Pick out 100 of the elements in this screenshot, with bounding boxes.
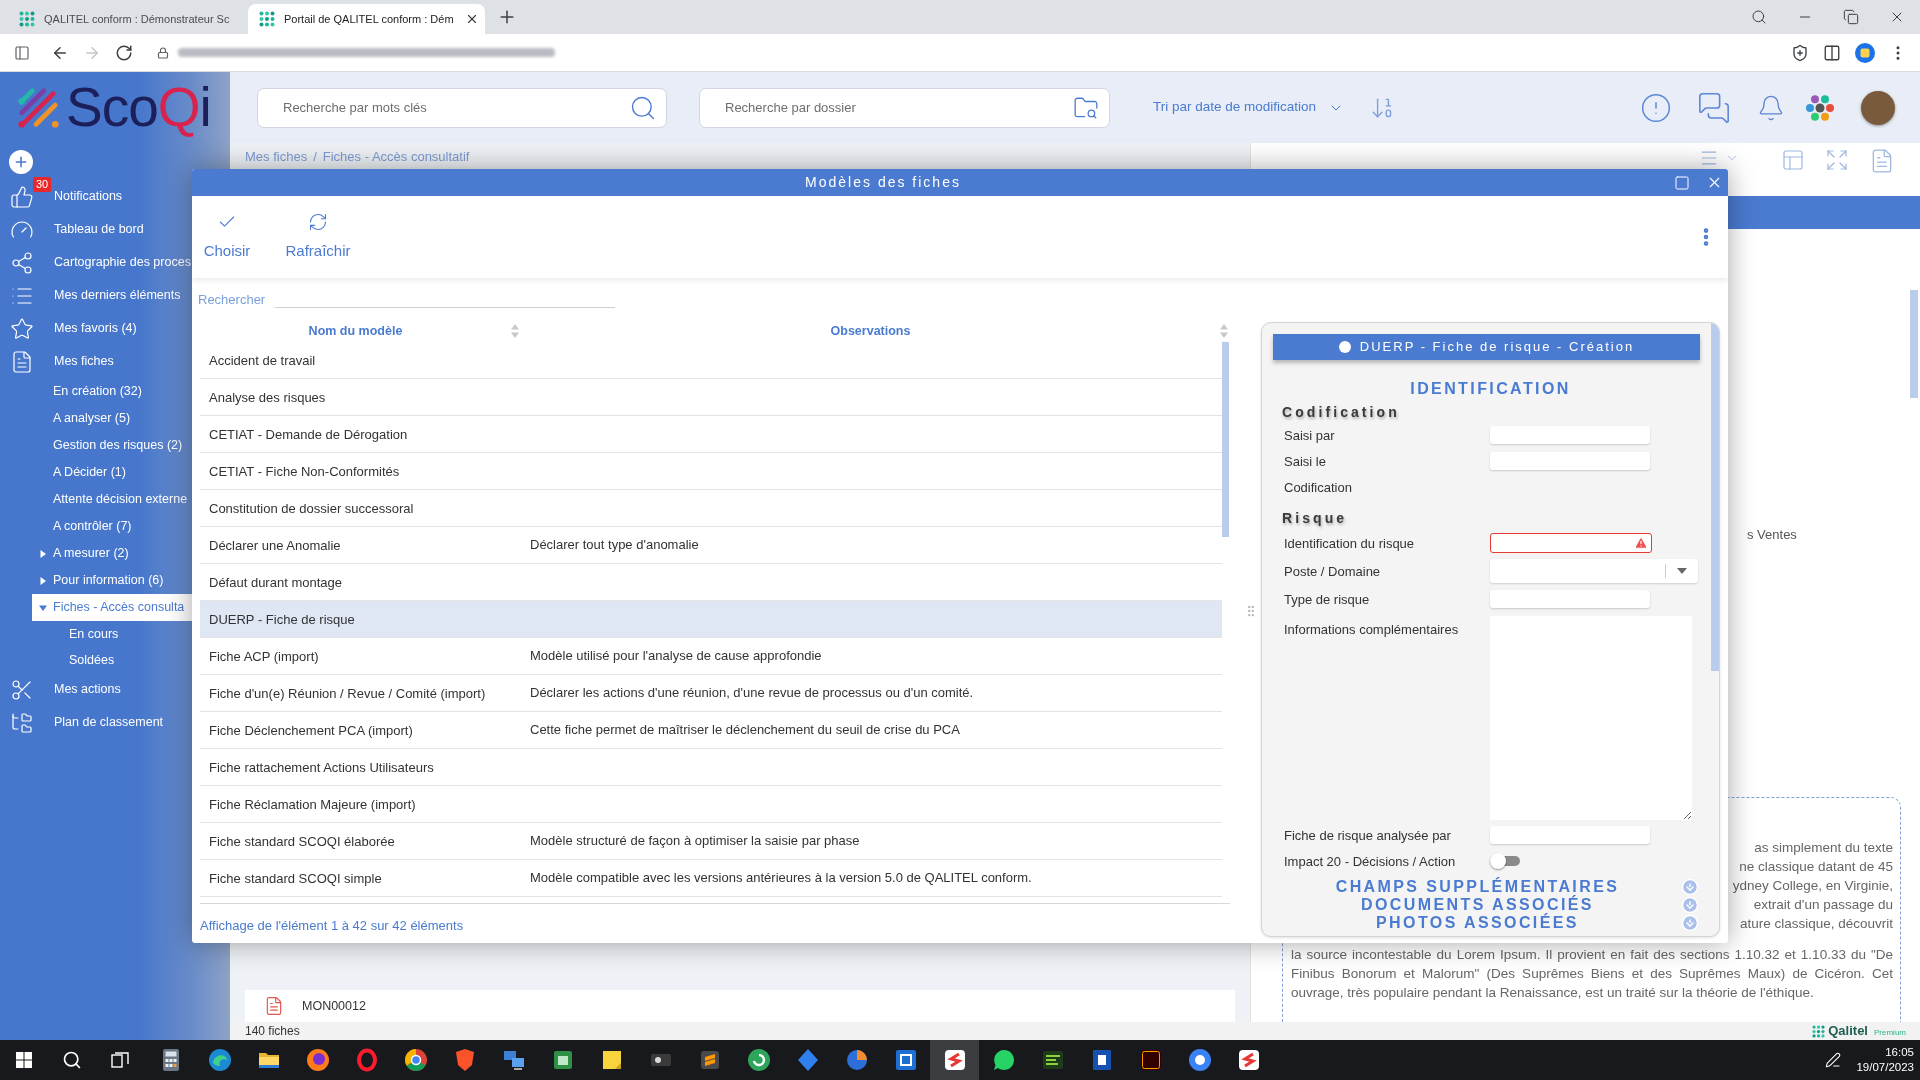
sidebar-item[interactable]: Soldées [69,647,118,673]
browser-tab[interactable]: QALITEL conform : Démonstrateur Sc [8,4,245,34]
sidebar-item[interactable]: Mes actions [0,673,124,706]
sidebar-item[interactable]: Mes derniers éléments [0,279,184,312]
sidebar-toggle-icon[interactable] [14,44,30,61]
sidebar-item[interactable]: A Décider (1) [53,459,129,486]
tile-app-icon [893,1048,918,1072]
scrollbar-thumb[interactable] [1711,323,1719,671]
pen-icon[interactable] [1825,1052,1842,1068]
table-row[interactable]: Déclarer une Anomalie Déclarer tout type d'anomalie [200,527,1222,564]
table-row[interactable]: Fiche rattachement Actions Utilisateurs [200,749,1222,786]
tile-app-icon [1236,1048,1261,1072]
maximize-icon[interactable] [1674,174,1690,191]
text-field[interactable] [1490,590,1650,608]
add-button[interactable] [9,150,33,174]
sidebar-item[interactable]: En cours [69,621,122,647]
sidebar-item[interactable]: Pour information (6) [32,567,167,594]
search-field[interactable]: Recherche par mots clés [257,87,667,128]
section-title: IDENTIFICATION [1410,380,1571,398]
search-icon[interactable] [62,1050,82,1070]
reload-icon[interactable] [115,43,133,62]
text-field[interactable] [1490,426,1650,444]
browser-tab[interactable]: Portail de QALITEL conform : Dém [248,4,485,34]
toolbar-button[interactable]: Rafraîchir [283,212,353,260]
text-fragment: as simplement du texte [1754,839,1893,857]
table-row[interactable]: Fiche standard SCOQI élaborée Modèle structuré de façon à optimiser la saisie par phase [200,823,1222,860]
table-cell: Constitution de dossier successoral [209,501,414,516]
sidebar-item[interactable]: Cartographie des proces [0,246,194,279]
alert-icon[interactable] [1640,91,1672,124]
table-row[interactable]: Accident de travail [200,342,1222,379]
document-icon [10,349,34,374]
sidebar-item[interactable]: Attente décision externe [53,486,191,513]
restore-icon[interactable] [1843,9,1859,25]
profile-icon[interactable] [1855,42,1875,63]
sidebar-item[interactable]: Mes fiches [0,345,117,378]
sidebar-item[interactable]: Plan de classement [0,706,167,739]
sort-dropdown[interactable]: Tri par date de modification [1153,97,1345,118]
dropdown-field[interactable] [1490,559,1698,583]
round-app-icon [207,1048,232,1072]
sidebar-item[interactable]: En création (32) [53,378,145,405]
pagination-info: Affichage de l'élément 1 à 42 sur 42 éléments [200,918,464,934]
section-link[interactable]: CHAMPS SUPPLÉMENTAIRES [1335,878,1620,896]
avatar-placeholder[interactable] [1861,90,1895,125]
table-row[interactable]: Constitution de dossier successoral [200,490,1222,527]
column-header[interactable]: Observations [521,320,1230,342]
caret-icon[interactable] [38,576,47,585]
column-header[interactable]: Nom du modèle [200,320,521,342]
table-row[interactable]: Fiche standard SCOQI simple Modèle compatible avec les versions antérieures à la version 5.0 de QALITEL conform. [200,860,1222,897]
thumbs-up-icon [10,184,34,209]
table-cell-text: Déclarer tout type d'anomalie [530,536,699,555]
sidebar-item[interactable]: A mesurer (2) [32,540,132,567]
clock-date: 19/07/2023 [1856,1060,1914,1075]
breadcrumb-link[interactable]: Fiches - Accès consultatif [322,147,470,167]
table-row[interactable]: DUERP - Fiche de risque [200,601,1222,638]
table-row[interactable]: CETIAT - Fiche Non-Conformités [200,453,1222,490]
sidebar-item[interactable]: Notifications 30 [0,180,126,213]
scrollbar-thumb[interactable] [1910,290,1918,398]
plan-label: Premium [1874,1028,1906,1038]
clock-time: 16:05 [1885,1045,1914,1060]
task-view-icon[interactable] [111,1052,129,1068]
close-icon[interactable] [465,12,479,26]
taskbar-app[interactable] [930,1040,979,1080]
text-field[interactable] [1490,533,1652,553]
sidebar-item[interactable]: Gestion des risques (2) [53,432,186,459]
sidebar-item[interactable]: A contrôler (7) [53,513,135,540]
tab-title: Portail de QALITEL conform : Dém [284,11,455,27]
breadcrumb-link[interactable]: Mes fiches [245,147,308,167]
record-code: MON00012 [302,997,366,1015]
sidebar-item[interactable]: Tableau de bord [0,213,147,246]
text-field[interactable] [1490,826,1650,844]
colored-ring-icon[interactable] [1805,92,1835,123]
dotted-logo-icon [1812,1025,1826,1038]
section-link[interactable]: PHOTOS ASSOCIÉES [1376,914,1579,932]
start-icon[interactable] [16,1052,32,1068]
search-field[interactable]: Recherche par dossier [699,87,1110,128]
caret-icon[interactable] [38,549,47,558]
shield-icon[interactable] [1791,43,1809,62]
table-row[interactable]: Fiche ACP (import) Modèle utilisé pour l'analyse de cause approfondie [200,638,1222,675]
table-cell: CETIAT - Demande de Dérogation [209,427,408,442]
section-link[interactable]: DOCUMENTS ASSOCIÉS [1361,896,1594,914]
round-app-icon [746,1048,771,1072]
sidebar-item[interactable]: A analyser (5) [53,405,134,432]
table-cell-text: Modèle compatible avec les versions antérieures à la version 5.0 de QALITEL conform. [530,869,1032,888]
scrollbar-thumb[interactable] [1222,342,1229,537]
table-row[interactable]: Fiche Réclamation Majeure (import) [200,786,1222,823]
toggle-switch[interactable] [1490,853,1520,869]
round-app-icon [305,1048,330,1072]
split-view-icon[interactable] [1823,43,1841,62]
text-field[interactable] [1490,452,1650,470]
table-cell: Fiche ACP (import) [209,649,319,664]
caret-icon[interactable] [38,603,47,612]
table-row[interactable]: Fiche Déclenchement PCA (import) Cette fiche permet de maîtriser le déclenchement du seuil de crise du PCA [200,712,1222,749]
toolbar-button[interactable]: Choisir [197,212,257,260]
chat-icon[interactable] [1696,90,1732,125]
text-fragment: ydney College, en Virginie, [1732,877,1893,895]
search-icon[interactable] [1751,9,1767,25]
table-row[interactable]: Fiche d'un(e) Réunion / Revue / Comité (import) Déclarer les actions d'une réunion, d'une revue de processus ou d'un comité. [200,675,1222,712]
table-row[interactable]: CETIAT - Demande de Dérogation [200,416,1222,453]
table-row[interactable]: Analyse des risques [200,379,1222,416]
sidebar-item[interactable]: Mes favoris (4) [0,312,140,345]
